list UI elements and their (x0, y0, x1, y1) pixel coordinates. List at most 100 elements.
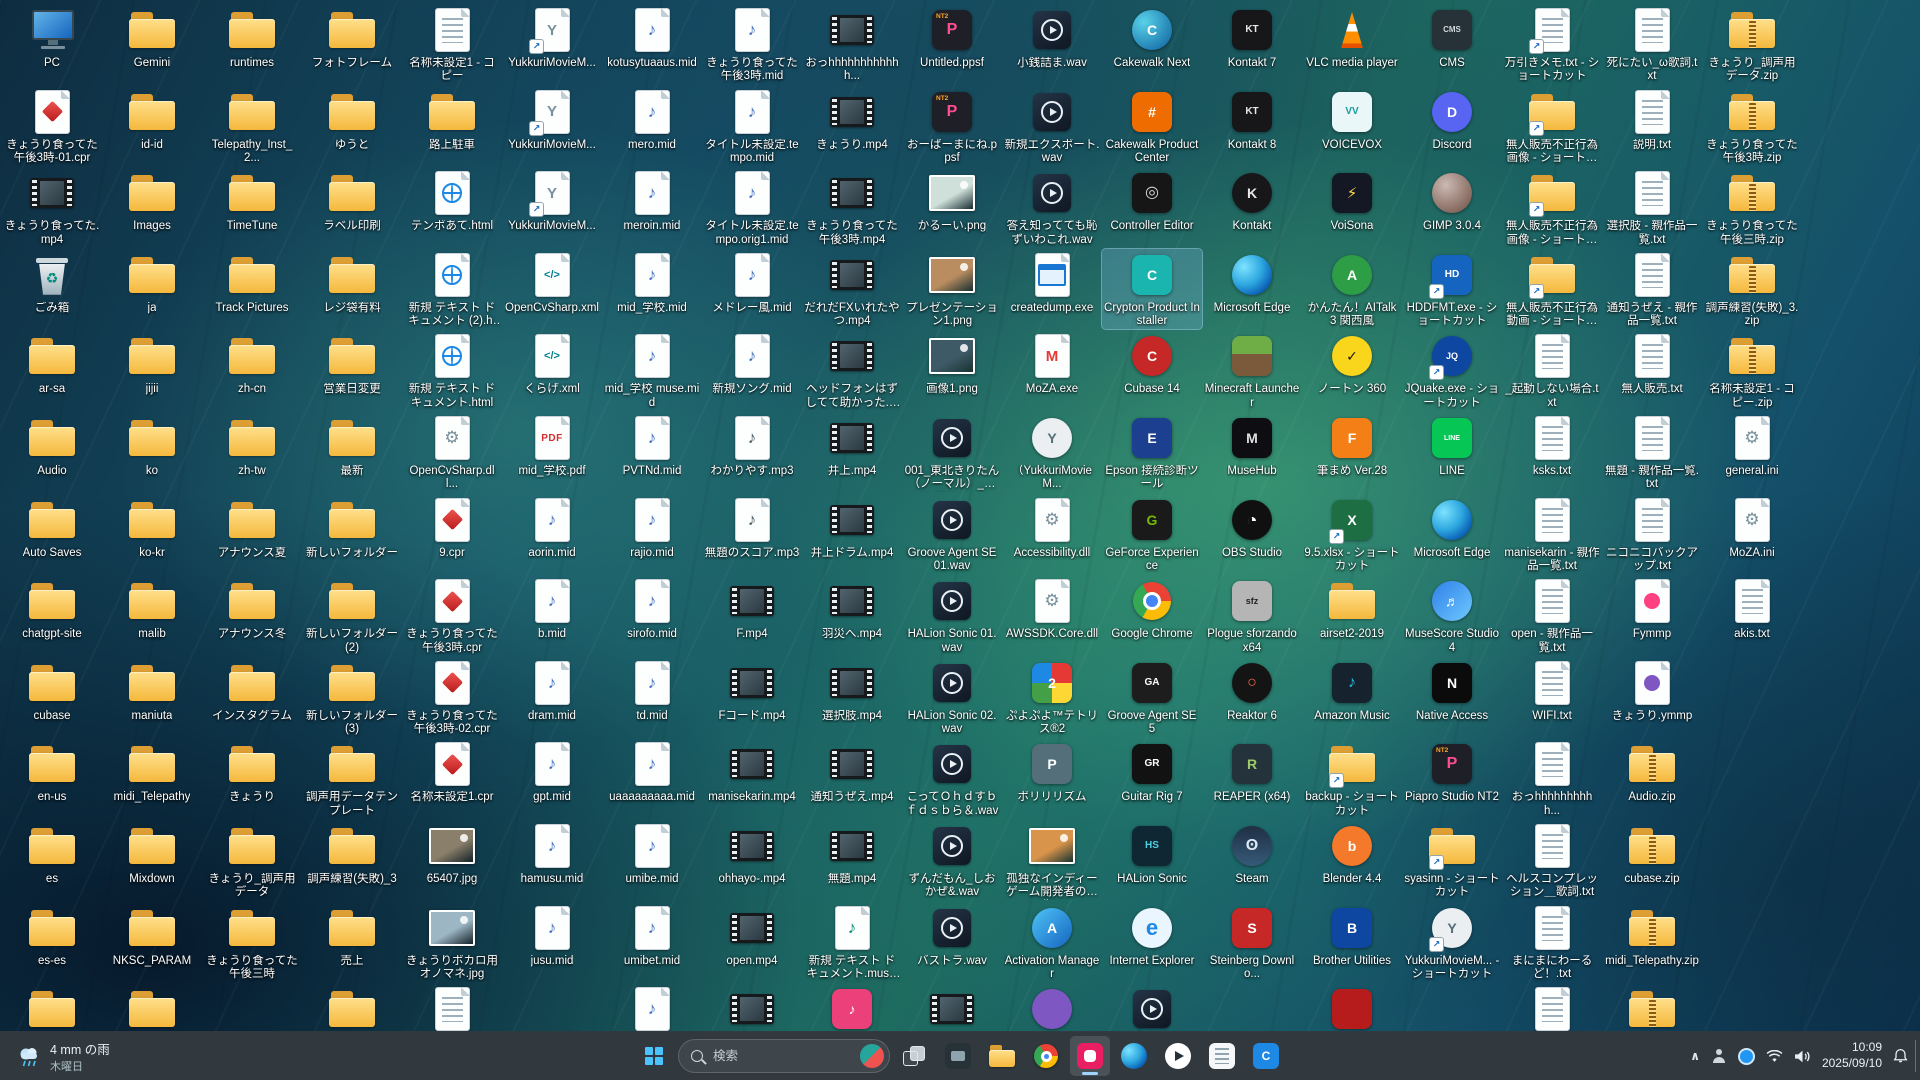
taskbar-app-edge[interactable] (1114, 1036, 1154, 1076)
desktop-icon[interactable]: 調声用データテンプレート (302, 738, 402, 818)
desktop-icon-jquake-exe[interactable]: JQ↗JQuake.exe - ショートカット (1402, 330, 1502, 410)
desktop-icon-kontakt-8[interactable]: KTKontakt 8 (1202, 86, 1302, 166)
desktop-icon-mp4[interactable]: 選択肢.mp4 (802, 657, 902, 737)
desktop-icon-txt[interactable]: 無題 - 親作品一覧.txt (1602, 412, 1702, 492)
desktop-icon-2[interactable]: 新しいフォルダー (2) (302, 575, 402, 655)
desktop-icon-ohhayo-mp4[interactable]: ohhayo-.mp4 (702, 820, 802, 900)
desktop-icon-halion-sonic-01-wav[interactable]: HALion Sonic 01.wav (902, 575, 1002, 655)
desktop-icon-wav[interactable]: バストラ.wav (902, 902, 1002, 982)
desktop-icon-moza-ini[interactable]: ⚙MoZA.ini (1702, 494, 1802, 574)
desktop-icon-1-cpr[interactable]: 名称未設定1.cpr (402, 738, 502, 818)
desktop-icon-ksks-txt[interactable]: ksks.txt (1502, 412, 1602, 492)
desktop-icon[interactable]: ゆうと (302, 86, 402, 166)
desktop-icon-html[interactable]: 新規 テキスト ドキュメント.html (402, 330, 502, 410)
desktop-icon-wav[interactable]: 小銭詰ま.wav (1002, 4, 1102, 84)
desktop-icon-groove-agent-se-01-wav[interactable]: Groove Agent SE 01.wav (902, 494, 1002, 574)
desktop-icon-2-html[interactable]: 新規 テキスト ドキュメント (2).html (402, 249, 502, 329)
desktop-icon-zh-cn[interactable]: zh-cn (202, 330, 302, 410)
desktop-icon-mid[interactable]: ♪メドレー風.mid (702, 249, 802, 329)
desktop-icon-halion-sonic-02-wav[interactable]: HALion Sonic 02.wav (902, 657, 1002, 737)
desktop-icon[interactable]: Pポリリリズム (1002, 738, 1102, 818)
desktop-icon-txt[interactable]: 通知うぜえ - 親作品一覧.txt (1602, 249, 1702, 329)
desktop-icon-9-5-xlsx[interactable]: X↗9.5.xlsx - ショートカット (1302, 494, 1402, 574)
desktop-icon-tempo-mid[interactable]: ♪タイトル未設定.tempo.mid (702, 86, 802, 166)
hidden-icons-chevron-icon[interactable]: ∧ (1690, 1049, 1700, 1063)
desktop-icon[interactable]: ↗無人販売不正行為画像 - ショートカッ... (1502, 86, 1602, 166)
desktop-icon-manisekarin-txt[interactable]: manisekarin - 親作品一覧.txt (1502, 494, 1602, 574)
desktop-icon-opencvsharp-dll[interactable]: ⚙OpenCvSharp.dll... (402, 412, 502, 492)
desktop-icon-tempo-orig1-mid[interactable]: ♪タイトル未設定.tempo.orig1.mid (702, 167, 802, 247)
desktop-icon-3-01-cpr[interactable]: きょうり食ってた午後3時-01.cpr (2, 86, 102, 166)
desktop-icon-jijii[interactable]: jijii (102, 330, 202, 410)
desktop-icon-google-chrome[interactable]: Google Chrome (1102, 575, 1202, 655)
tray-app-icon[interactable] (1738, 1048, 1755, 1065)
desktop-icon-vlc-media-player[interactable]: VLC media player (1302, 4, 1402, 84)
desktop-icon-hddfmt-exe[interactable]: HD↗HDDFMT.exe - ショートカット (1402, 249, 1502, 329)
desktop-icon-maniuta[interactable]: maniuta (102, 657, 202, 737)
desktop-icon-yukkurimoviem[interactable]: Y↗YukkuriMovieM... (502, 4, 602, 84)
desktop-icon-cakewalk-product-center[interactable]: #Cakewalk Product Center (1102, 86, 1202, 166)
desktop-icon-001[interactable]: 001_東北きりたん（ノーマル）_今じゃ... (902, 412, 1002, 492)
desktop-icon-line[interactable]: LINELINE (1402, 412, 1502, 492)
desktop-icon-accessibility-dll[interactable]: ⚙Accessibility.dll (1002, 494, 1102, 574)
desktop-icon-mero-mid[interactable]: ♪mero.mid (602, 86, 702, 166)
volume-icon[interactable] (1794, 1049, 1811, 1064)
desktop-icon-backup[interactable]: ↗backup - ショートカット (1302, 738, 1402, 818)
desktop-icon[interactable]: 孤独なインディーゲーム開発者の一生... (1002, 820, 1102, 900)
desktop-icon[interactable]: 最新 (302, 412, 402, 492)
desktop-icon-telepathy-inst-2[interactable]: Telepathy_Inst_2... (202, 86, 302, 166)
desktop-icon-dram-mid[interactable]: ♪dram.mid (502, 657, 602, 737)
desktop-icon[interactable]: ♻ごみ箱 (2, 249, 102, 329)
desktop-icon-hhhhhhhhhh[interactable]: おっhhhhhhhhhh... (1502, 738, 1602, 818)
desktop-icon-mp4[interactable]: 無題.mp4 (802, 820, 902, 900)
desktop-icon[interactable]: アナウンス夏 (202, 494, 302, 574)
desktop-icon[interactable]: 新しいフォルダー (302, 494, 402, 574)
desktop-icon-3-mp4[interactable]: きょうり食ってた午後3時.mp4 (802, 167, 902, 247)
desktop-icon-txt[interactable]: 死にたい_ω歌詞.txt (1602, 4, 1702, 84)
desktop-icon-general-ini[interactable]: ⚙general.ini (1702, 412, 1802, 492)
search-input[interactable] (711, 1048, 852, 1064)
desktop-icon[interactable]: 売上 (302, 902, 402, 982)
desktop-icon-internet-explorer[interactable]: eInternet Explorer (1102, 902, 1202, 982)
desktop-icon-gemini[interactable]: Gemini (102, 4, 202, 84)
desktop-icon-wav[interactable]: こってＯｈｄすｂｆｄｓｂら＆.wav (902, 738, 1002, 818)
desktop-icon-voicevox[interactable]: VVVOICEVOX (1302, 86, 1402, 166)
desktop-icon-txt[interactable]: 説明.txt (1602, 86, 1702, 166)
desktop-icon-auto-saves[interactable]: Auto Saves (2, 494, 102, 574)
taskbar-app-chrome[interactable] (1026, 1036, 1066, 1076)
search-highlight-image[interactable] (860, 1044, 884, 1068)
desktop-icon-activation-manager[interactable]: AActivation Manager (1002, 902, 1102, 982)
desktop-icon-txt[interactable]: _起動しない場合.txt (1502, 330, 1602, 410)
desktop-icon-midi-telepathy-zip[interactable]: midi_Telepathy.zip (1602, 902, 1702, 982)
desktop-icon-fymmp[interactable]: Fymmp (1602, 575, 1702, 655)
desktop-icon-obs-studio[interactable]: ◔OBS Studio (1202, 494, 1302, 574)
desktop-icon-wav[interactable]: ずんだもん_しおかぜ&.wav (902, 820, 1002, 900)
taskbar-app-file-explorer[interactable] (982, 1036, 1022, 1076)
desktop-icon[interactable]: アナウンス冬 (202, 575, 302, 655)
taskbar-app-dark-app[interactable] (938, 1036, 978, 1076)
desktop-icon-mp4[interactable]: 通知うぜえ.mp4 (802, 738, 902, 818)
desktop-icon-es-es[interactable]: es-es (2, 902, 102, 982)
desktop-icon-mp4[interactable]: きょうり食ってた.mp4 (2, 167, 102, 247)
desktop-icon[interactable]: レジ袋有料 (302, 249, 402, 329)
desktop-icon-plogue-sforzando-x64[interactable]: sfzPlogue sforzando x64 (1202, 575, 1302, 655)
desktop-icon-1-zip[interactable]: 名称未設定1 - コピー.zip (1702, 330, 1802, 410)
desktop-icon-mp4[interactable]: 羽災へ.mp4 (802, 575, 902, 655)
desktop-icon[interactable]: インスタグラム (202, 657, 302, 737)
desktop-icon-cubase-zip[interactable]: cubase.zip (1602, 820, 1702, 900)
desktop[interactable]: PCGeminiruntimesフォトフレーム名称未設定1 - コピーY↗Yuk… (0, 0, 1920, 1032)
desktop-icon-mid-mid[interactable]: ♪mid_学校.mid (602, 249, 702, 329)
desktop-icon-jpg[interactable]: きょうりボカロ用オノマネ.jpg (402, 902, 502, 982)
desktop-icon-malib[interactable]: malib (102, 575, 202, 655)
desktop-icon-mp4[interactable]: ヘッドフォンはずしてて助かった.mp4 (802, 330, 902, 410)
desktop-icon-cms[interactable]: CMSCMS (1402, 4, 1502, 84)
desktop-icon-txt[interactable]: 無人販売.txt (1602, 330, 1702, 410)
taskbar-app-pink-app[interactable] (1070, 1036, 1110, 1076)
desktop-icon-wav[interactable]: 新規エクスポート.wav (1002, 86, 1102, 166)
show-desktop-button[interactable] (1915, 1040, 1920, 1072)
desktop-icon-mp3[interactable]: ♪わかりやす.mp3 (702, 412, 802, 492)
desktop-icon-hamusu-mid[interactable]: ♪hamusu.mid (502, 820, 602, 900)
desktop-icon-td-mid[interactable]: ♪td.mid (602, 657, 702, 737)
desktop-icon-opencvsharp-xml[interactable]: </>OpenCvSharp.xml (502, 249, 602, 329)
desktop-icon-3-zip[interactable]: きょうり食ってた午後3時.zip (1702, 86, 1802, 166)
